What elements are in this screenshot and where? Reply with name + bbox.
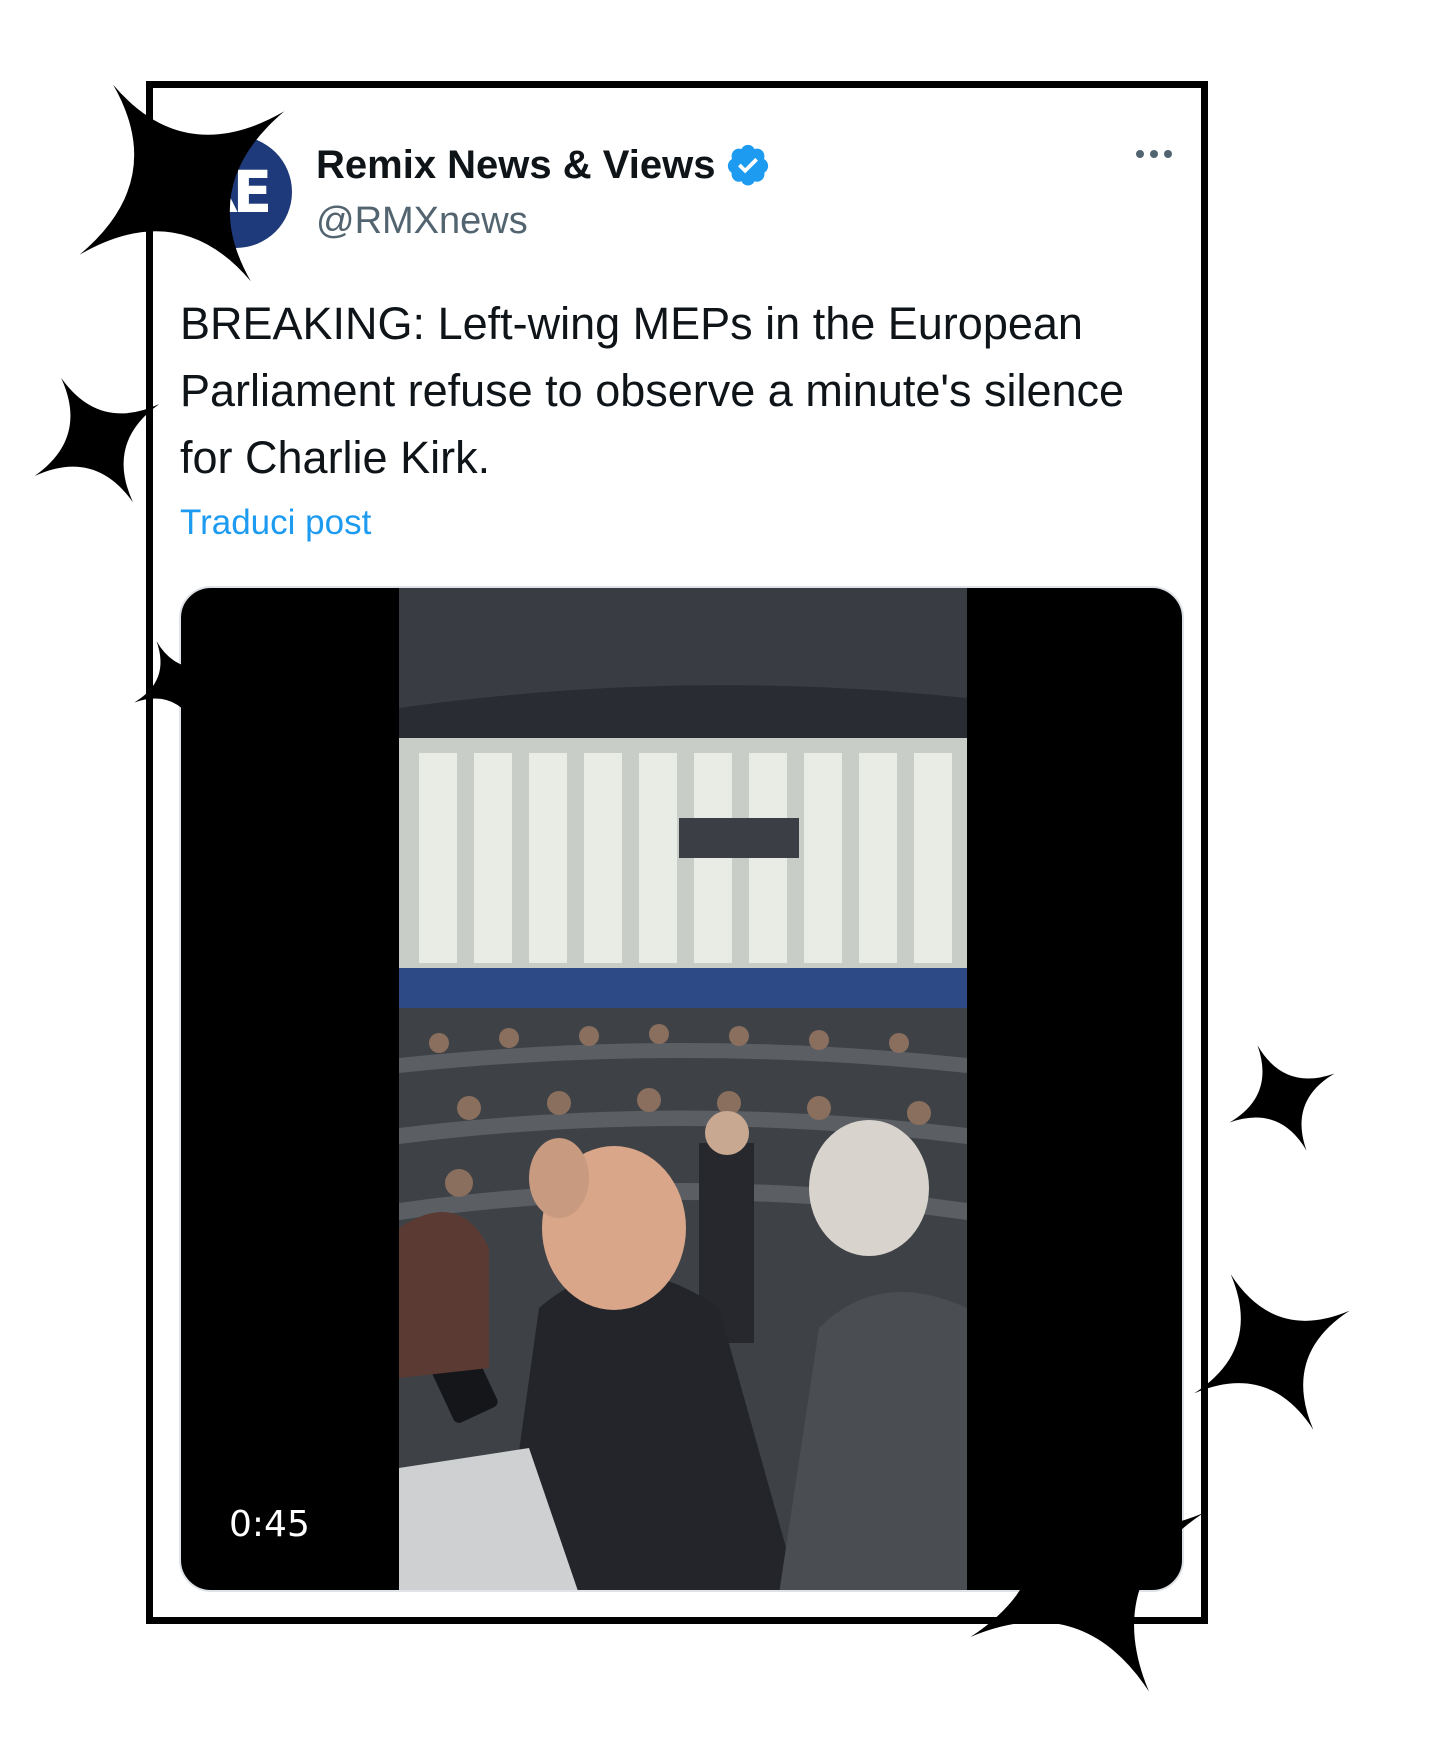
video-frame[interactable] (399, 588, 967, 1590)
sparkle-icon (134, 641, 218, 725)
sparkle-icon (1194, 1274, 1350, 1430)
handle[interactable]: @RMXnews (316, 200, 528, 243)
dot (1164, 150, 1172, 158)
video-duration: 0:45 (229, 1504, 310, 1545)
more-options-icon[interactable] (1136, 150, 1172, 158)
translate-post-link[interactable]: Traduci post (180, 503, 371, 543)
sparkle-icon (79, 84, 285, 282)
sparkle-icon (34, 377, 160, 503)
display-name[interactable]: Remix News & Views (316, 143, 715, 188)
sparkle-icon (1229, 1045, 1335, 1151)
sparkle-icon (970, 1458, 1204, 1692)
dot (1136, 150, 1144, 158)
verified-badge-icon (728, 144, 769, 186)
post-text: BREAKING: Left-wing MEPs in the European… (180, 298, 1125, 483)
author-row: Remix News & Views (316, 142, 771, 188)
dot (1150, 150, 1158, 158)
video-thumbnail (399, 588, 967, 1590)
